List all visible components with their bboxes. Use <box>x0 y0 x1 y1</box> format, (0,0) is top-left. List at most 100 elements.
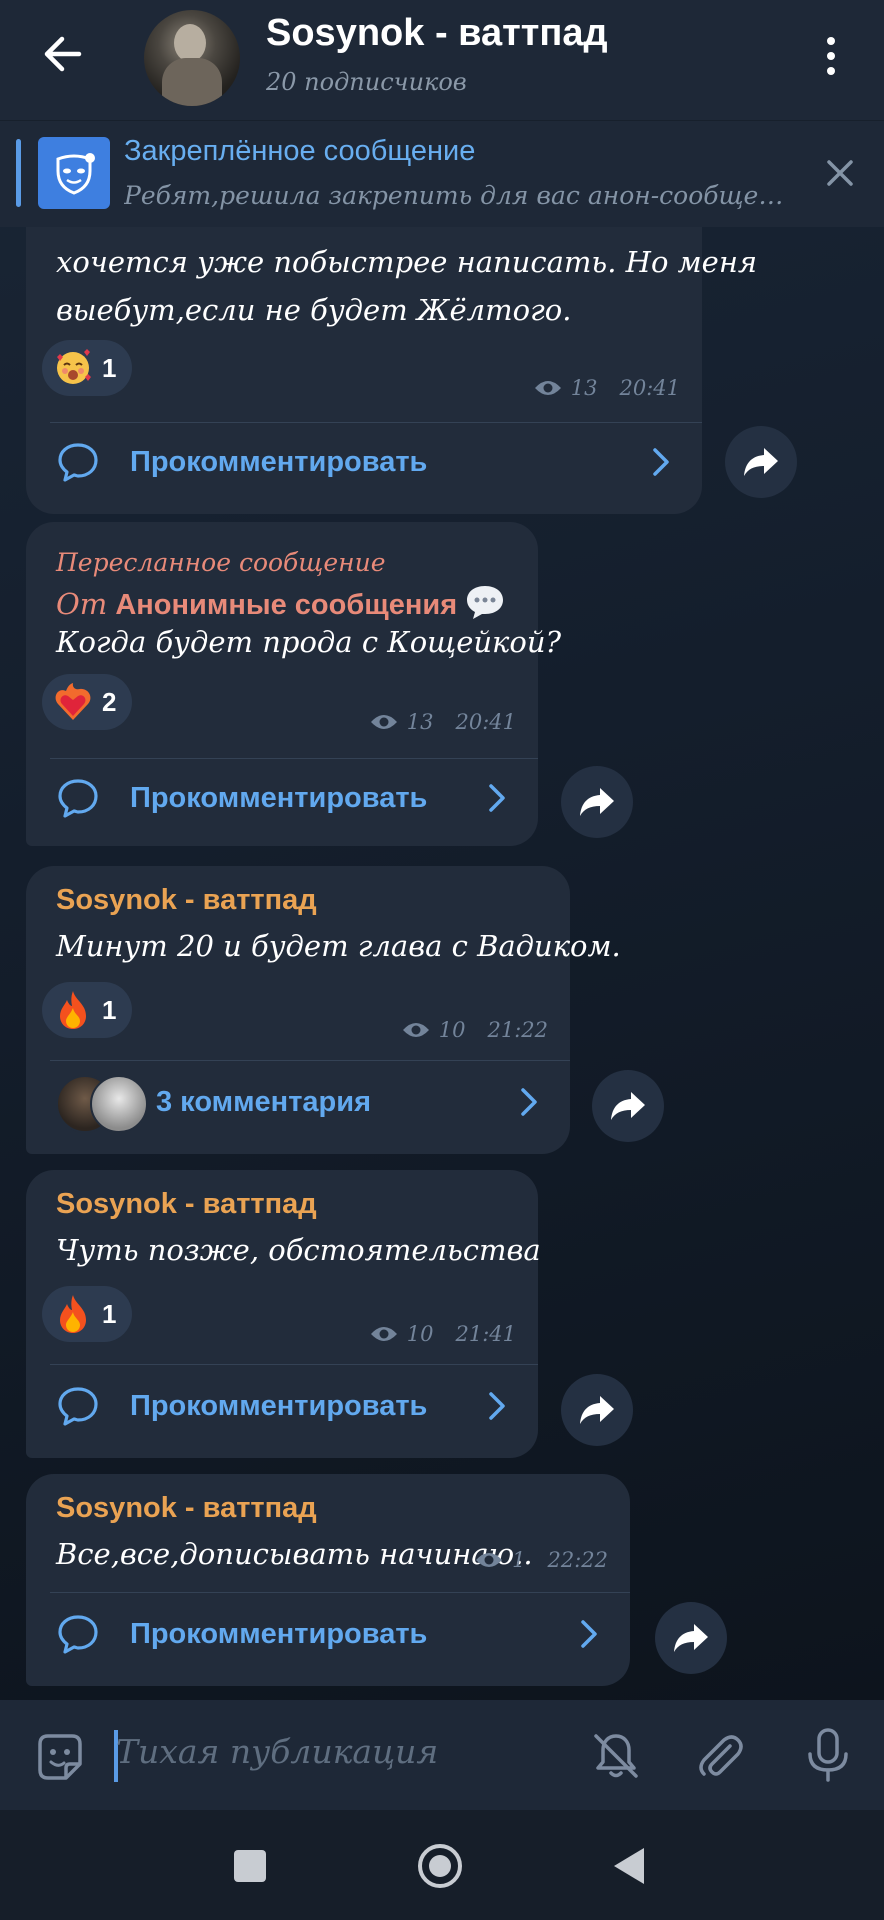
message-time: 21:41 <box>455 1322 516 1346</box>
sticker-icon <box>38 1734 82 1780</box>
system-navigation-bar <box>0 1810 884 1920</box>
commenter-avatars <box>56 1075 148 1133</box>
recents-button[interactable] <box>234 1850 266 1882</box>
reaction-chip[interactable]: 2 <box>42 674 133 730</box>
reaction-count: 1 <box>102 1298 117 1329</box>
chevron-right-icon <box>653 448 669 476</box>
divider <box>50 1364 538 1365</box>
share-arrow-icon <box>580 1396 614 1424</box>
message-author[interactable]: Sosynok - ваттпад <box>56 884 317 917</box>
home-button[interactable] <box>418 1844 462 1888</box>
reaction-chip[interactable]: 1 <box>42 982 133 1038</box>
share-arrow-icon <box>611 1092 645 1120</box>
subscriber-count: 20 подписчиков <box>266 68 467 96</box>
sticker-button[interactable] <box>32 1730 88 1786</box>
message-author[interactable]: Sosynok - ваттпад <box>56 1492 317 1525</box>
comment-button[interactable]: Прокомментировать <box>26 1370 538 1442</box>
message-bubble[interactable]: Sosynok - ваттпад Минут 20 и будет глава… <box>26 866 621 1154</box>
message-time: 21:22 <box>487 1018 548 1042</box>
message-bubble[interactable]: хочется уже побыстрее написать. Но меня … <box>26 190 757 514</box>
message-text: Когда будет прода с Кощейкой? <box>56 625 562 659</box>
pinned-message-bar[interactable]: Закреплённое сообщение Ребят,решила закр… <box>0 120 884 227</box>
system-back-button[interactable] <box>614 1848 644 1884</box>
paperclip-icon <box>699 1735 743 1776</box>
eye-icon <box>402 1023 429 1037</box>
message-bubble[interactable]: Sosynok - ваттпад Все,все,дописывать нач… <box>26 1474 630 1686</box>
heart-on-fire-icon <box>54 683 92 721</box>
bell-off-icon <box>594 1734 638 1778</box>
comment-button[interactable]: Прокомментировать <box>26 762 538 834</box>
reaction-chip[interactable]: 1 <box>42 340 133 396</box>
fire-icon <box>54 1295 92 1333</box>
channel-title[interactable]: Sosynok - ваттпад <box>266 12 608 55</box>
eye-icon <box>370 715 397 729</box>
close-icon <box>827 160 853 186</box>
pinned-title: Закреплённое сообщение <box>124 135 476 167</box>
share-button[interactable] <box>592 1070 664 1142</box>
chevron-right-icon <box>489 784 505 812</box>
eye-icon <box>476 1553 503 1567</box>
message-time: 20:41 <box>455 710 516 734</box>
message-input-bar: Тихая публикация <box>0 1700 884 1810</box>
chevron-right-icon <box>581 1620 597 1648</box>
back-arrow-icon <box>44 36 82 72</box>
message-time: 22:22 <box>547 1548 608 1572</box>
comment-label: Прокомментировать <box>130 1389 428 1422</box>
message-bubble[interactable]: Sosynok - ваттпад Чуть позже, обстоятель… <box>26 1170 541 1458</box>
forwarded-from[interactable]: От Анонимные сообщения <box>56 584 505 622</box>
message-time: 20:41 <box>619 376 680 400</box>
divider <box>50 1060 570 1061</box>
message-meta: 13 20:41 <box>369 710 516 734</box>
home-circle-icon <box>429 1855 451 1877</box>
silent-broadcast-button[interactable] <box>588 1728 644 1784</box>
forwarded-source-name: Анонимные сообщения <box>115 589 458 621</box>
share-button[interactable] <box>655 1602 727 1674</box>
speech-balloon-icon <box>467 586 504 619</box>
microphone-icon <box>808 1728 848 1782</box>
avatar <box>90 1075 148 1133</box>
message-meta: 1 22:22 <box>474 1548 608 1572</box>
comment-bubble-icon <box>56 440 100 484</box>
comments-button[interactable]: 3 комментария <box>26 1066 570 1138</box>
chevron-right-icon <box>489 1392 505 1420</box>
fire-icon <box>54 991 92 1029</box>
comment-button[interactable]: Прокомментировать <box>26 1598 630 1670</box>
message-meta: 10 21:22 <box>401 1018 548 1042</box>
message-text-line: хочется уже побыстрее написать. Но меня <box>56 245 758 279</box>
share-arrow-icon <box>580 788 614 816</box>
message-author[interactable]: Sosynok - ваттпад <box>56 1188 317 1221</box>
chevron-right-icon <box>521 1088 537 1116</box>
eye-icon <box>370 1327 397 1341</box>
pinned-mask-icon <box>38 137 110 209</box>
comment-label: Прокомментировать <box>130 781 428 814</box>
comment-label: Прокомментировать <box>130 1617 428 1650</box>
message-text: Минут 20 и будет глава с Вадиком. <box>56 929 621 963</box>
comment-count-label: 3 комментария <box>156 1085 371 1118</box>
share-button[interactable] <box>561 1374 633 1446</box>
back-button[interactable] <box>30 22 94 86</box>
voice-record-button[interactable] <box>800 1726 856 1786</box>
share-arrow-icon <box>674 1624 708 1652</box>
attach-button[interactable] <box>692 1728 748 1784</box>
message-input[interactable]: Тихая публикация <box>116 1732 438 1771</box>
divider <box>50 758 538 759</box>
reaction-chip[interactable]: 1 <box>42 1286 133 1342</box>
channel-avatar[interactable] <box>144 10 240 106</box>
comment-bubble-icon <box>56 1384 100 1428</box>
message-meta: 13 20:41 <box>533 376 680 400</box>
forwarded-label: Пересланное сообщение <box>56 548 386 577</box>
comment-bubble-icon <box>56 776 100 820</box>
reaction-count: 1 <box>102 994 117 1025</box>
share-button[interactable] <box>725 426 797 498</box>
more-options-button[interactable] <box>806 28 856 84</box>
comment-button[interactable]: Прокомментировать <box>26 426 702 498</box>
view-count: 13 <box>406 710 434 734</box>
pinned-indicator <box>16 139 21 207</box>
close-pinned-button[interactable] <box>818 151 862 195</box>
share-button[interactable] <box>561 766 633 838</box>
view-count: 1 <box>512 1548 526 1572</box>
message-bubble[interactable]: Пересланное сообщение От Анонимные сообщ… <box>26 522 561 846</box>
comment-bubble-icon <box>56 1612 100 1656</box>
smiling-face-with-hearts-icon <box>54 349 92 387</box>
comment-label: Прокомментировать <box>130 445 428 478</box>
